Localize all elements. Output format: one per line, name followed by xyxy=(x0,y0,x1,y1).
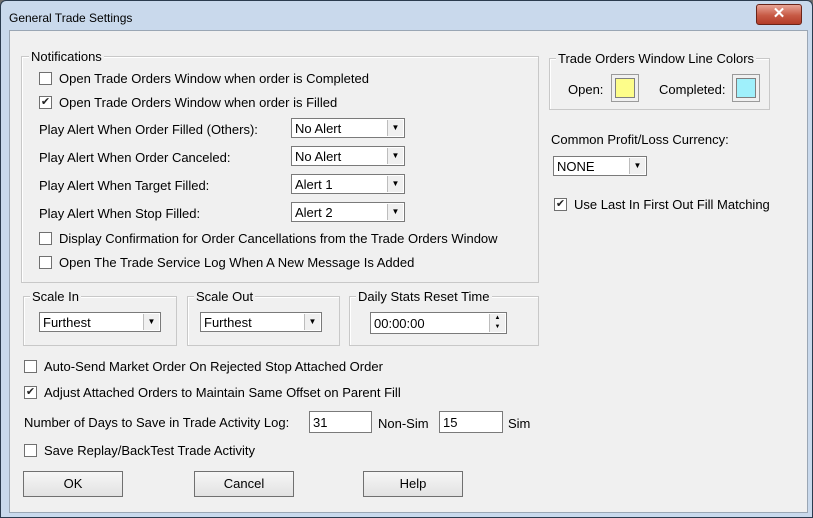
check-label: Open Trade Orders Window when order is F… xyxy=(59,95,338,110)
select-value: Alert 2 xyxy=(295,205,333,220)
checkbox-checked[interactable]: ✔ xyxy=(24,386,37,399)
completed-color-label: Completed: xyxy=(659,82,726,97)
ok-button[interactable]: OK xyxy=(23,471,123,497)
time-value: 00:00:00 xyxy=(374,316,425,331)
check-label: Display Confirmation for Order Cancellat… xyxy=(59,231,498,246)
check-label: Use Last In First Out Fill Matching xyxy=(574,197,770,212)
open-color-label: Open: xyxy=(568,82,604,97)
window-title: General Trade Settings xyxy=(9,11,133,25)
chevron-down-icon[interactable]: ▼ xyxy=(387,176,403,192)
open-color-swatch xyxy=(615,78,635,98)
sim-days-input[interactable]: 15 xyxy=(439,411,503,433)
days-label: Number of Days to Save in Trade Activity… xyxy=(24,415,290,430)
select-value: No Alert xyxy=(295,121,342,136)
alert-label-stop: Play Alert When Stop Filled: xyxy=(39,206,201,221)
checkbox[interactable] xyxy=(39,256,52,269)
check-label: Auto-Send Market Order On Rejected Stop … xyxy=(44,359,383,374)
scale-out-select[interactable]: Furthest ▼ xyxy=(200,312,322,332)
currency-label: Common Profit/Loss Currency: xyxy=(551,132,729,147)
dialog-client-area: Notifications Open Trade Orders Window w… xyxy=(9,30,808,513)
alert-target-select[interactable]: Alert 1 ▼ xyxy=(291,174,405,194)
alert-label-others: Play Alert When Order Filled (Others): xyxy=(39,122,258,137)
chevron-down-icon[interactable]: ▼ xyxy=(387,148,403,164)
spin-up-icon[interactable]: ▲ xyxy=(489,314,505,323)
scale-in-select[interactable]: Furthest ▼ xyxy=(39,312,161,332)
daily-reset-time-input[interactable]: 00:00:00 ▲ ▼ xyxy=(370,312,507,334)
select-value: Alert 1 xyxy=(295,177,333,192)
open-color-button[interactable] xyxy=(611,74,639,102)
notifications-title: Notifications xyxy=(29,49,104,64)
input-value: 31 xyxy=(313,415,328,430)
alert-others-select[interactable]: No Alert ▼ xyxy=(291,118,405,138)
alert-stop-select[interactable]: Alert 2 ▼ xyxy=(291,202,405,222)
check-label: Open The Trade Service Log When A New Me… xyxy=(59,255,415,270)
check-save-replay[interactable]: Save Replay/BackTest Trade Activity xyxy=(24,443,255,458)
checkbox-checked[interactable]: ✔ xyxy=(39,96,52,109)
check-open-service-log[interactable]: Open The Trade Service Log When A New Me… xyxy=(39,255,414,270)
alert-canceled-select[interactable]: No Alert ▼ xyxy=(291,146,405,166)
checkbox[interactable] xyxy=(39,232,52,245)
checkbox-checked[interactable]: ✔ xyxy=(554,198,567,211)
checkbox[interactable] xyxy=(24,444,37,457)
check-auto-send-market[interactable]: Auto-Send Market Order On Rejected Stop … xyxy=(24,359,383,374)
select-value: NONE xyxy=(557,159,595,174)
chevron-down-icon[interactable]: ▼ xyxy=(387,204,403,220)
check-confirm-cancellations[interactable]: Display Confirmation for Order Cancellat… xyxy=(39,231,498,246)
chevron-down-icon[interactable]: ▼ xyxy=(629,158,645,174)
scale-in-title: Scale In xyxy=(30,289,81,304)
currency-select[interactable]: NONE ▼ xyxy=(553,156,647,176)
chevron-down-icon[interactable]: ▼ xyxy=(304,314,320,330)
alert-label-target: Play Alert When Target Filled: xyxy=(39,178,210,193)
check-lifo[interactable]: ✔ Use Last In First Out Fill Matching xyxy=(554,197,770,212)
spin-down-icon[interactable]: ▼ xyxy=(489,323,505,332)
check-label: Adjust Attached Orders to Maintain Same … xyxy=(44,385,401,400)
select-value: No Alert xyxy=(295,149,342,164)
line-colors-title: Trade Orders Window Line Colors xyxy=(556,51,757,66)
input-value: 15 xyxy=(443,415,458,430)
daily-reset-title: Daily Stats Reset Time xyxy=(356,289,492,304)
chevron-down-icon[interactable]: ▼ xyxy=(387,120,403,136)
completed-color-button[interactable] xyxy=(732,74,760,102)
checkbox[interactable] xyxy=(39,72,52,85)
check-open-on-completed[interactable]: Open Trade Orders Window when order is C… xyxy=(39,71,369,86)
check-label: Open Trade Orders Window when order is C… xyxy=(59,71,369,86)
completed-color-swatch xyxy=(736,78,756,98)
check-adjust-attached[interactable]: ✔ Adjust Attached Orders to Maintain Sam… xyxy=(24,385,401,400)
nonsim-days-input[interactable]: 31 xyxy=(309,411,372,433)
check-label: Save Replay/BackTest Trade Activity xyxy=(44,443,255,458)
close-button[interactable]: ✕ xyxy=(756,4,802,25)
select-value: Furthest xyxy=(204,315,252,330)
dialog-window: General Trade Settings ✕ Notifications O… xyxy=(0,0,813,518)
cancel-button[interactable]: Cancel xyxy=(194,471,294,497)
scale-out-title: Scale Out xyxy=(194,289,256,304)
notifications-group xyxy=(21,56,539,283)
alert-label-canceled: Play Alert When Order Canceled: xyxy=(39,150,231,165)
check-open-on-filled[interactable]: ✔ Open Trade Orders Window when order is… xyxy=(39,95,337,110)
nonsim-label: Non-Sim xyxy=(378,416,429,431)
help-button[interactable]: Help xyxy=(363,471,463,497)
sim-label: Sim xyxy=(508,416,531,431)
select-value: Furthest xyxy=(43,315,91,330)
checkbox[interactable] xyxy=(24,360,37,373)
chevron-down-icon[interactable]: ▼ xyxy=(143,314,159,330)
